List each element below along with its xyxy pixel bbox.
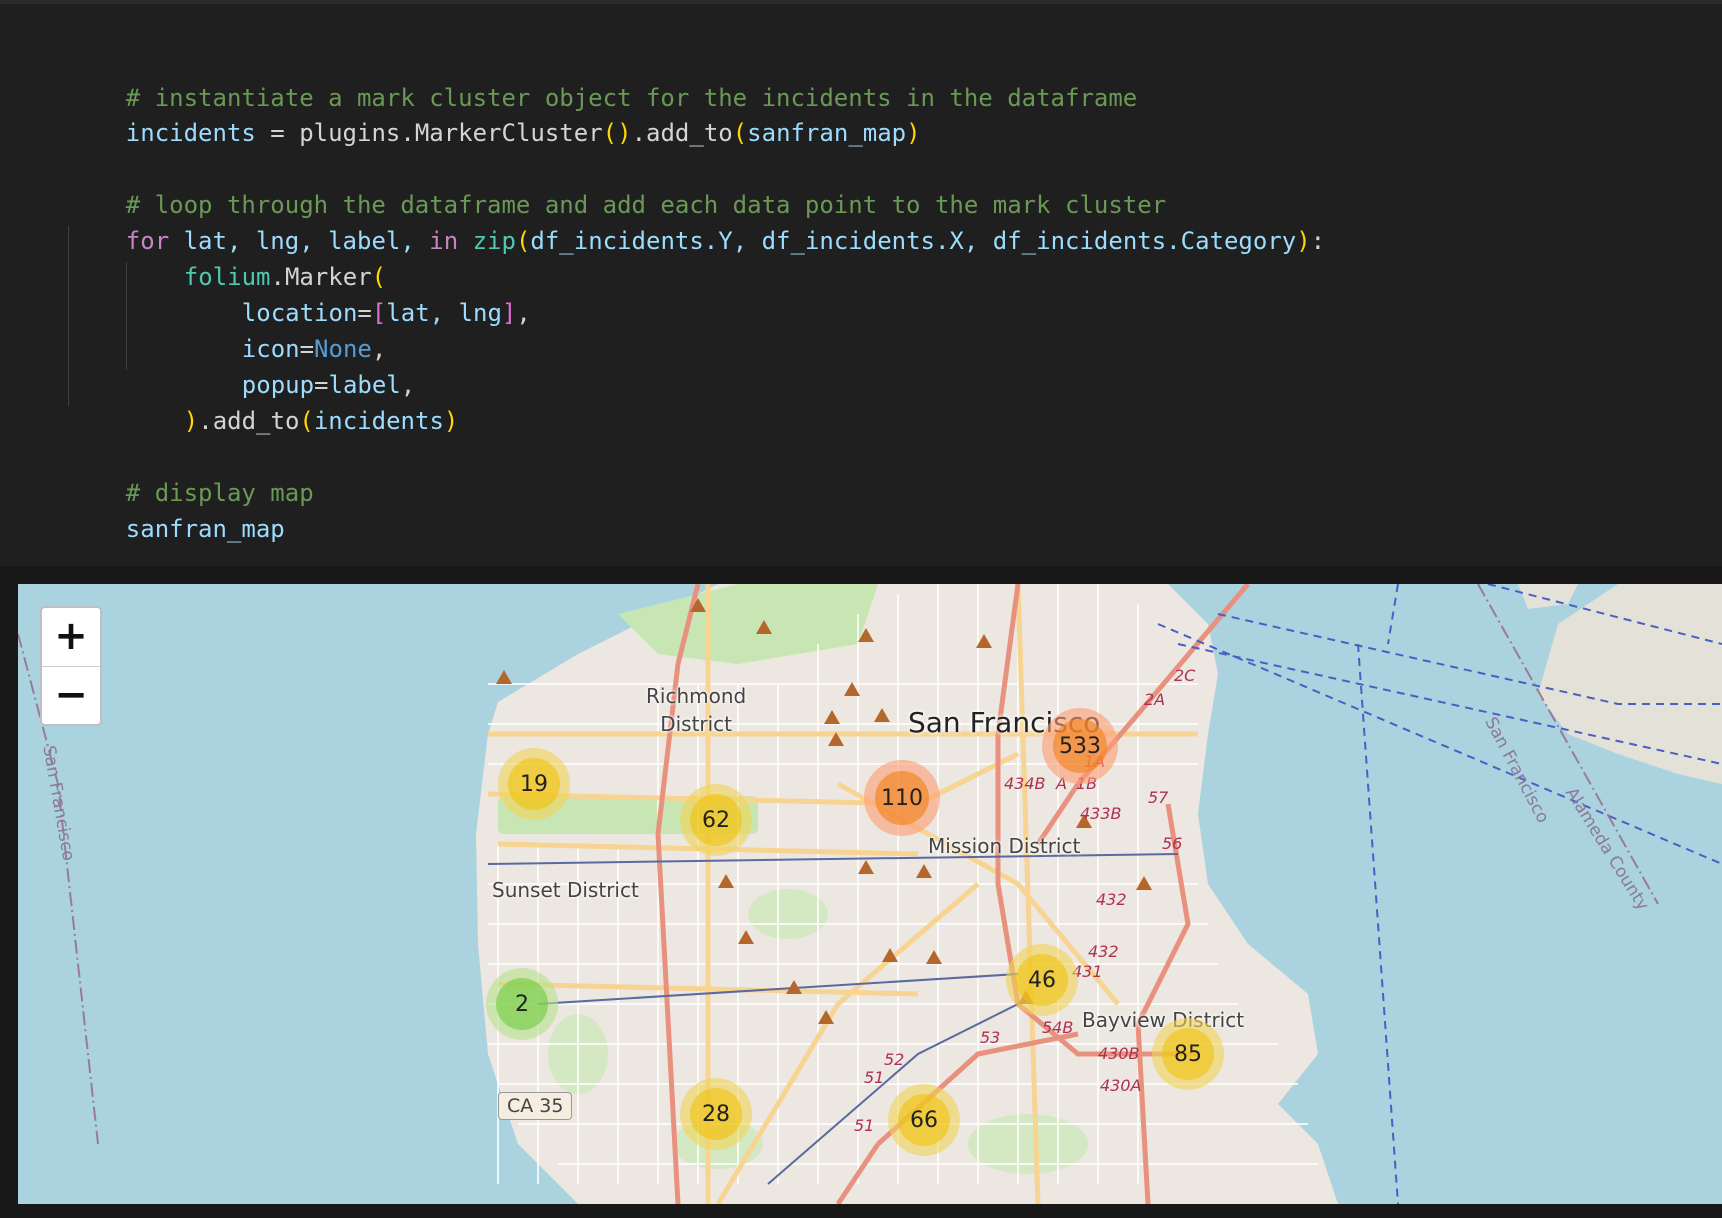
cell-top-border [0, 0, 1722, 4]
hwy-label: 54B [1042, 1018, 1074, 1037]
cluster-count: 66 [898, 1094, 950, 1146]
zoom-out-button[interactable]: − [42, 667, 100, 724]
marker-cluster[interactable]: 110 [864, 760, 940, 836]
folium-map[interactable]: San Francisco San Francisco Alameda Coun… [18, 584, 1722, 1204]
cluster-count: 19 [508, 758, 560, 810]
marker-cluster[interactable]: 66 [888, 1084, 960, 1156]
map-basemap [18, 584, 1722, 1204]
hwy-label: 2A [1144, 690, 1166, 709]
treasure-island [1518, 584, 1578, 609]
label-mission-district: Mission District [928, 834, 1081, 858]
code-line-location: location=[lat, lng], [241, 299, 531, 327]
ca35-shield: CA 35 [498, 1092, 573, 1120]
hwy-label: 53 [980, 1028, 1001, 1047]
cluster-count: 62 [690, 794, 742, 846]
code-line-close: ).add_to(incidents) [183, 407, 459, 435]
zoom-in-button[interactable]: + [42, 608, 100, 667]
hwy-label: 51 [854, 1116, 875, 1135]
code-line-comment-loop: # loop through the dataframe and add eac… [125, 191, 1167, 219]
label-sunset-district: Sunset District [492, 878, 639, 902]
zoom-control: + − [40, 606, 102, 726]
label-richmond-district: Richmond District [646, 684, 747, 736]
marker-cluster[interactable]: 46 [1006, 944, 1078, 1016]
code-line-comment-cluster: # instantiate a mark cluster object for … [125, 84, 1138, 112]
cluster-count: 110 [875, 771, 929, 825]
hwy-label: 56 [1162, 834, 1183, 853]
code-line-marker: folium.Marker( [183, 263, 387, 291]
hwy-label: 433B [1080, 804, 1122, 823]
marker-cluster[interactable]: 19 [498, 748, 570, 820]
indent-guide-1 [68, 226, 69, 406]
park-1 [748, 889, 828, 939]
code-cell[interactable]: # instantiate a mark cluster object for … [0, 0, 1722, 567]
marker-cluster[interactable]: 62 [680, 784, 752, 856]
marker-cluster[interactable]: 2 [486, 968, 558, 1040]
marker-cluster[interactable]: 28 [680, 1078, 752, 1150]
code-line-for: for lat, lng, label, in zip(df_incidents… [125, 227, 1326, 255]
hwy-label: 51 [864, 1068, 885, 1087]
code-line-incidents: incidents = plugins.MarkerCluster().add_… [125, 119, 921, 147]
cell-output: San Francisco San Francisco Alameda Coun… [0, 566, 1722, 1218]
cluster-count: 85 [1162, 1028, 1214, 1080]
hwy-label: 434B [1004, 774, 1046, 793]
code-line-comment-display: # display map [125, 479, 314, 507]
hwy-label: 430A [1100, 1076, 1142, 1095]
hwy-label: 432 [1096, 890, 1127, 909]
cluster-count: 2 [496, 978, 548, 1030]
marker-cluster[interactable]: 85 [1152, 1018, 1224, 1090]
code-line-display: sanfran_map [125, 515, 285, 543]
cluster-count: 46 [1016, 954, 1068, 1006]
hwy-label: 57 [1148, 788, 1169, 807]
hwy-label: 52 [884, 1050, 905, 1069]
cluster-count: 533 [1053, 719, 1107, 773]
hwy-label: 430B [1098, 1044, 1140, 1063]
cluster-count: 28 [690, 1088, 742, 1140]
code-line-icon: icon=None, [241, 335, 387, 363]
hwy-label: 2C [1174, 666, 1196, 685]
east-bay-land [1538, 584, 1722, 784]
marker-cluster[interactable]: 533 [1042, 708, 1118, 784]
code-line-popup: popup=label, [241, 371, 416, 399]
hwy-label: 432 [1088, 942, 1119, 961]
